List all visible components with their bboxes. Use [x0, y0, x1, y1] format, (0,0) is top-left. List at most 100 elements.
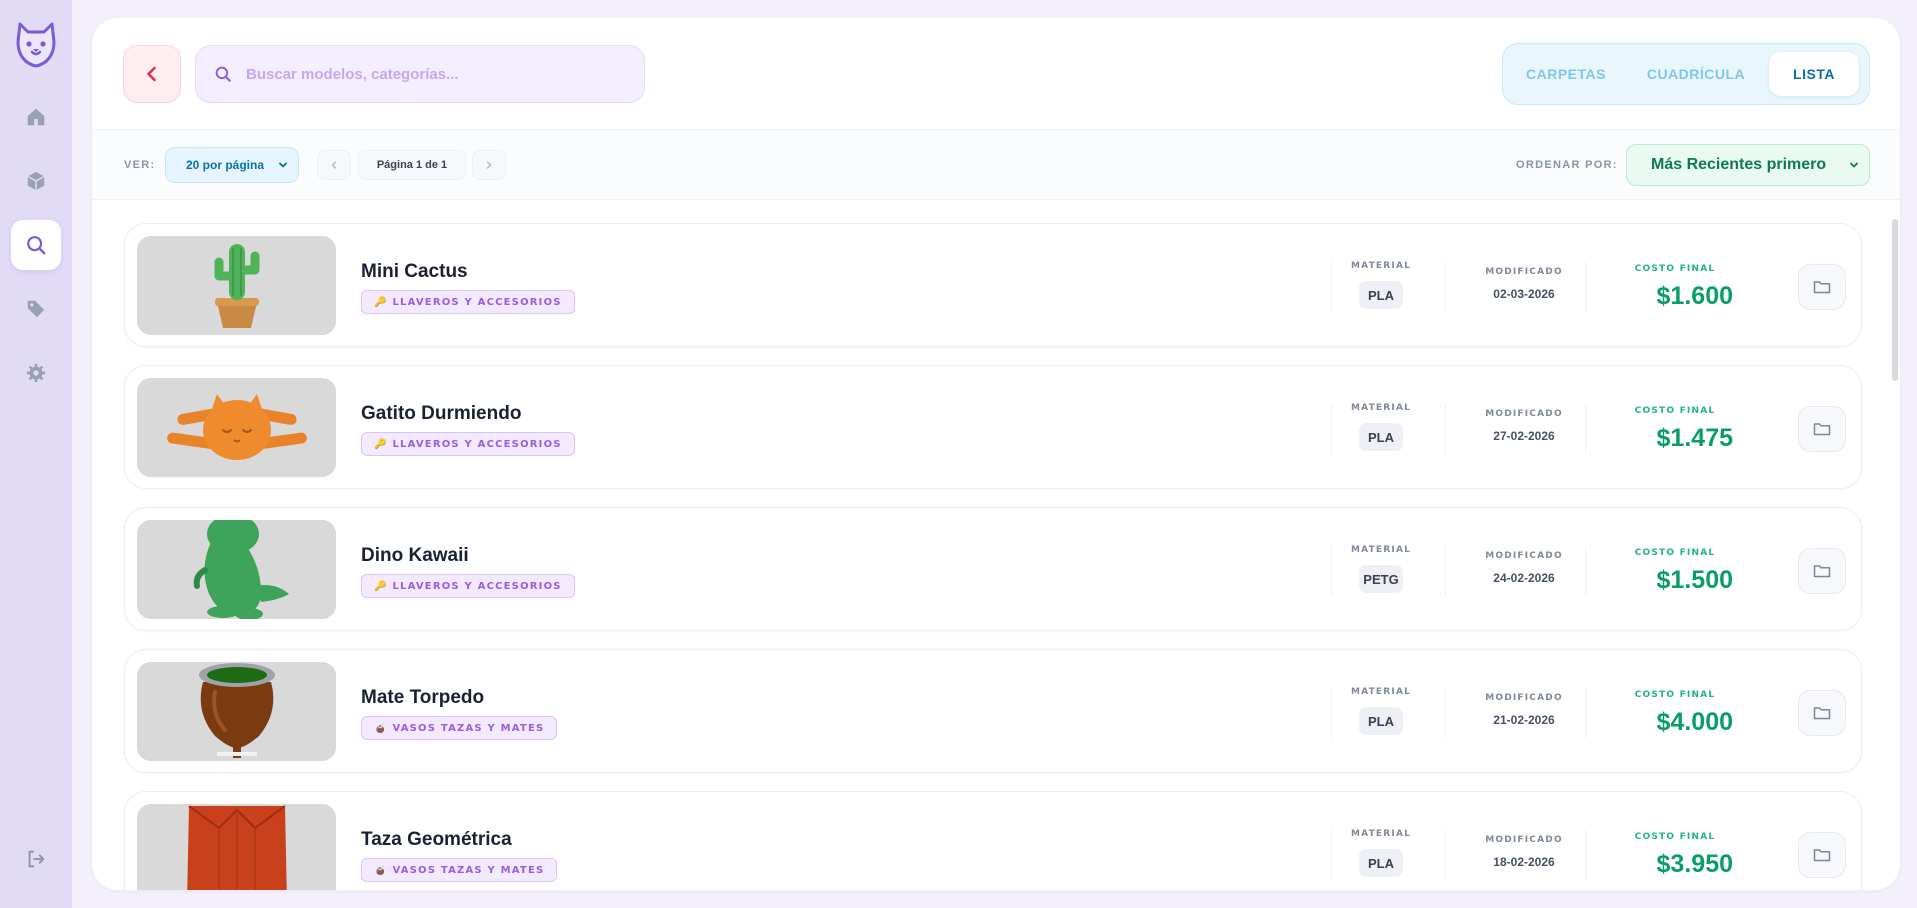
sort-select[interactable]: Más Recientes primero	[1626, 144, 1870, 186]
cube-icon	[27, 171, 45, 191]
modified-date: 24-02-2026	[1493, 571, 1555, 585]
search-icon	[27, 236, 46, 255]
material-label: MATERIAL	[1350, 545, 1412, 555]
model-thumbnail[interactable]	[137, 520, 336, 619]
category-label: LLAVEROS Y ACCESORIOS	[392, 580, 562, 592]
tab-cuadricula[interactable]: CUADRÍCULA	[1629, 52, 1763, 96]
prev-page-button[interactable]	[317, 150, 351, 180]
cost-value: $4.000	[1656, 708, 1733, 736]
nav-home[interactable]	[11, 92, 61, 142]
search-input[interactable]	[246, 65, 626, 83]
model-thumbnail[interactable]	[137, 378, 336, 477]
category-badge[interactable]: 🧉 VASOS TAZAS Y MATES	[361, 858, 558, 882]
column-divider	[1445, 262, 1446, 312]
geometric-cup-icon	[137, 804, 336, 890]
cost-label: COSTO FINAL	[1634, 832, 1716, 842]
search-box	[195, 45, 645, 103]
category-badge[interactable]: 🔑 LLAVEROS Y ACCESORIOS	[361, 574, 575, 598]
chevron-down-icon	[279, 162, 287, 168]
per-page-value: 20 por página	[186, 158, 265, 172]
modified-date: 21-02-2026	[1493, 713, 1555, 727]
model-name[interactable]: Mate Torpedo	[361, 687, 484, 709]
model-list: Mini Cactus 🔑 LLAVEROS Y ACCESORIOS MATE…	[124, 223, 1862, 890]
modified-date: 02-03-2026	[1493, 287, 1555, 301]
per-page-select[interactable]: 20 por página	[165, 147, 299, 183]
material-label: MATERIAL	[1350, 261, 1412, 271]
category-badge[interactable]: 🔑 LLAVEROS Y ACCESORIOS	[361, 432, 575, 456]
column-divider	[1445, 404, 1446, 454]
list-item[interactable]: Dino Kawaii 🔑 LLAVEROS Y ACCESORIOS MATE…	[124, 507, 1862, 631]
material-value: PLA	[1359, 281, 1403, 309]
modified-label: MODIFICADO	[1485, 835, 1563, 845]
folder-icon	[1813, 849, 1831, 862]
cost-value: $1.475	[1656, 424, 1733, 452]
list-item[interactable]: Taza Geométrica 🧉 VASOS TAZAS Y MATES MA…	[124, 791, 1862, 890]
tab-carpetas[interactable]: CARPETAS	[1509, 52, 1623, 96]
folder-icon	[1813, 707, 1831, 720]
chevron-left-icon	[147, 66, 156, 82]
column-divider	[1445, 688, 1446, 738]
material-label: MATERIAL	[1350, 403, 1412, 413]
sort-value: Más Recientes primero	[1651, 156, 1827, 173]
list-item[interactable]: Mini Cactus 🔑 LLAVEROS Y ACCESORIOS MATE…	[124, 223, 1862, 347]
category-label: VASOS TAZAS Y MATES	[392, 864, 545, 876]
back-button[interactable]	[123, 45, 181, 103]
tag-icon	[27, 300, 45, 318]
column-divider	[1445, 546, 1446, 596]
modified-label: MODIFICADO	[1485, 409, 1563, 419]
model-name[interactable]: Dino Kawaii	[361, 545, 469, 567]
folder-icon	[1813, 565, 1831, 578]
move-to-folder-button[interactable]	[1798, 548, 1846, 594]
material-value: PLA	[1359, 849, 1403, 877]
move-to-folder-button[interactable]	[1798, 832, 1846, 878]
dinosaur-icon	[137, 520, 336, 619]
list-item[interactable]: Mate Torpedo 🧉 VASOS TAZAS Y MATES MATER…	[124, 649, 1862, 773]
material-value: PETG	[1359, 565, 1403, 593]
material-value: PLA	[1359, 423, 1403, 451]
move-to-folder-button[interactable]	[1798, 406, 1846, 452]
next-page-button[interactable]	[472, 150, 506, 180]
mate-cup-icon	[137, 662, 336, 761]
mate-icon: 🧉	[374, 864, 387, 876]
sidebar	[0, 0, 72, 908]
cactus-icon	[137, 236, 336, 335]
view-toggle: CARPETAS CUADRÍCULA LISTA	[1502, 43, 1870, 105]
move-to-folder-button[interactable]	[1798, 264, 1846, 310]
nav-tags[interactable]	[11, 284, 61, 334]
model-thumbnail[interactable]	[137, 804, 336, 890]
cost-value: $1.600	[1656, 282, 1733, 310]
material-value: PLA	[1359, 707, 1403, 735]
nav-settings[interactable]	[11, 348, 61, 398]
model-name[interactable]: Mini Cactus	[361, 261, 468, 283]
main-panel: CARPETAS CUADRÍCULA LISTA VER: 20 por pá…	[92, 18, 1900, 890]
modified-label: MODIFICADO	[1485, 267, 1563, 277]
category-label: LLAVEROS Y ACCESORIOS	[392, 296, 562, 308]
chevron-down-icon	[1850, 162, 1858, 168]
scrollbar[interactable]	[1892, 219, 1898, 381]
home-icon	[27, 108, 45, 126]
list-item[interactable]: Gatito Durmiendo 🔑 LLAVEROS Y ACCESORIOS…	[124, 365, 1862, 489]
model-thumbnail[interactable]	[137, 236, 336, 335]
logout-button[interactable]	[11, 834, 61, 884]
move-to-folder-button[interactable]	[1798, 690, 1846, 736]
cost-label: COSTO FINAL	[1634, 406, 1716, 416]
tab-lista[interactable]: LISTA	[1769, 52, 1859, 96]
modified-date: 27-02-2026	[1493, 429, 1555, 443]
bear-logo-icon[interactable]	[14, 20, 58, 68]
model-thumbnail[interactable]	[137, 662, 336, 761]
cost-value: $1.500	[1656, 566, 1733, 594]
gear-icon	[26, 363, 46, 383]
cost-label: COSTO FINAL	[1634, 548, 1716, 558]
category-badge[interactable]: 🔑 LLAVEROS Y ACCESORIOS	[361, 290, 575, 314]
key-icon: 🔑	[374, 580, 387, 592]
model-name[interactable]: Gatito Durmiendo	[361, 403, 521, 425]
category-badge[interactable]: 🧉 VASOS TAZAS Y MATES	[361, 716, 558, 740]
material-label: MATERIAL	[1350, 687, 1412, 697]
sleeping-cat-icon	[137, 378, 336, 477]
nav-search[interactable]	[11, 220, 61, 270]
top-bar: CARPETAS CUADRÍCULA LISTA	[92, 18, 1900, 130]
sort-label: ORDENAR POR:	[1516, 159, 1618, 171]
model-list-area[interactable]: Mini Cactus 🔑 LLAVEROS Y ACCESORIOS MATE…	[92, 201, 1900, 890]
model-name[interactable]: Taza Geométrica	[361, 829, 512, 851]
nav-models[interactable]	[11, 156, 61, 206]
